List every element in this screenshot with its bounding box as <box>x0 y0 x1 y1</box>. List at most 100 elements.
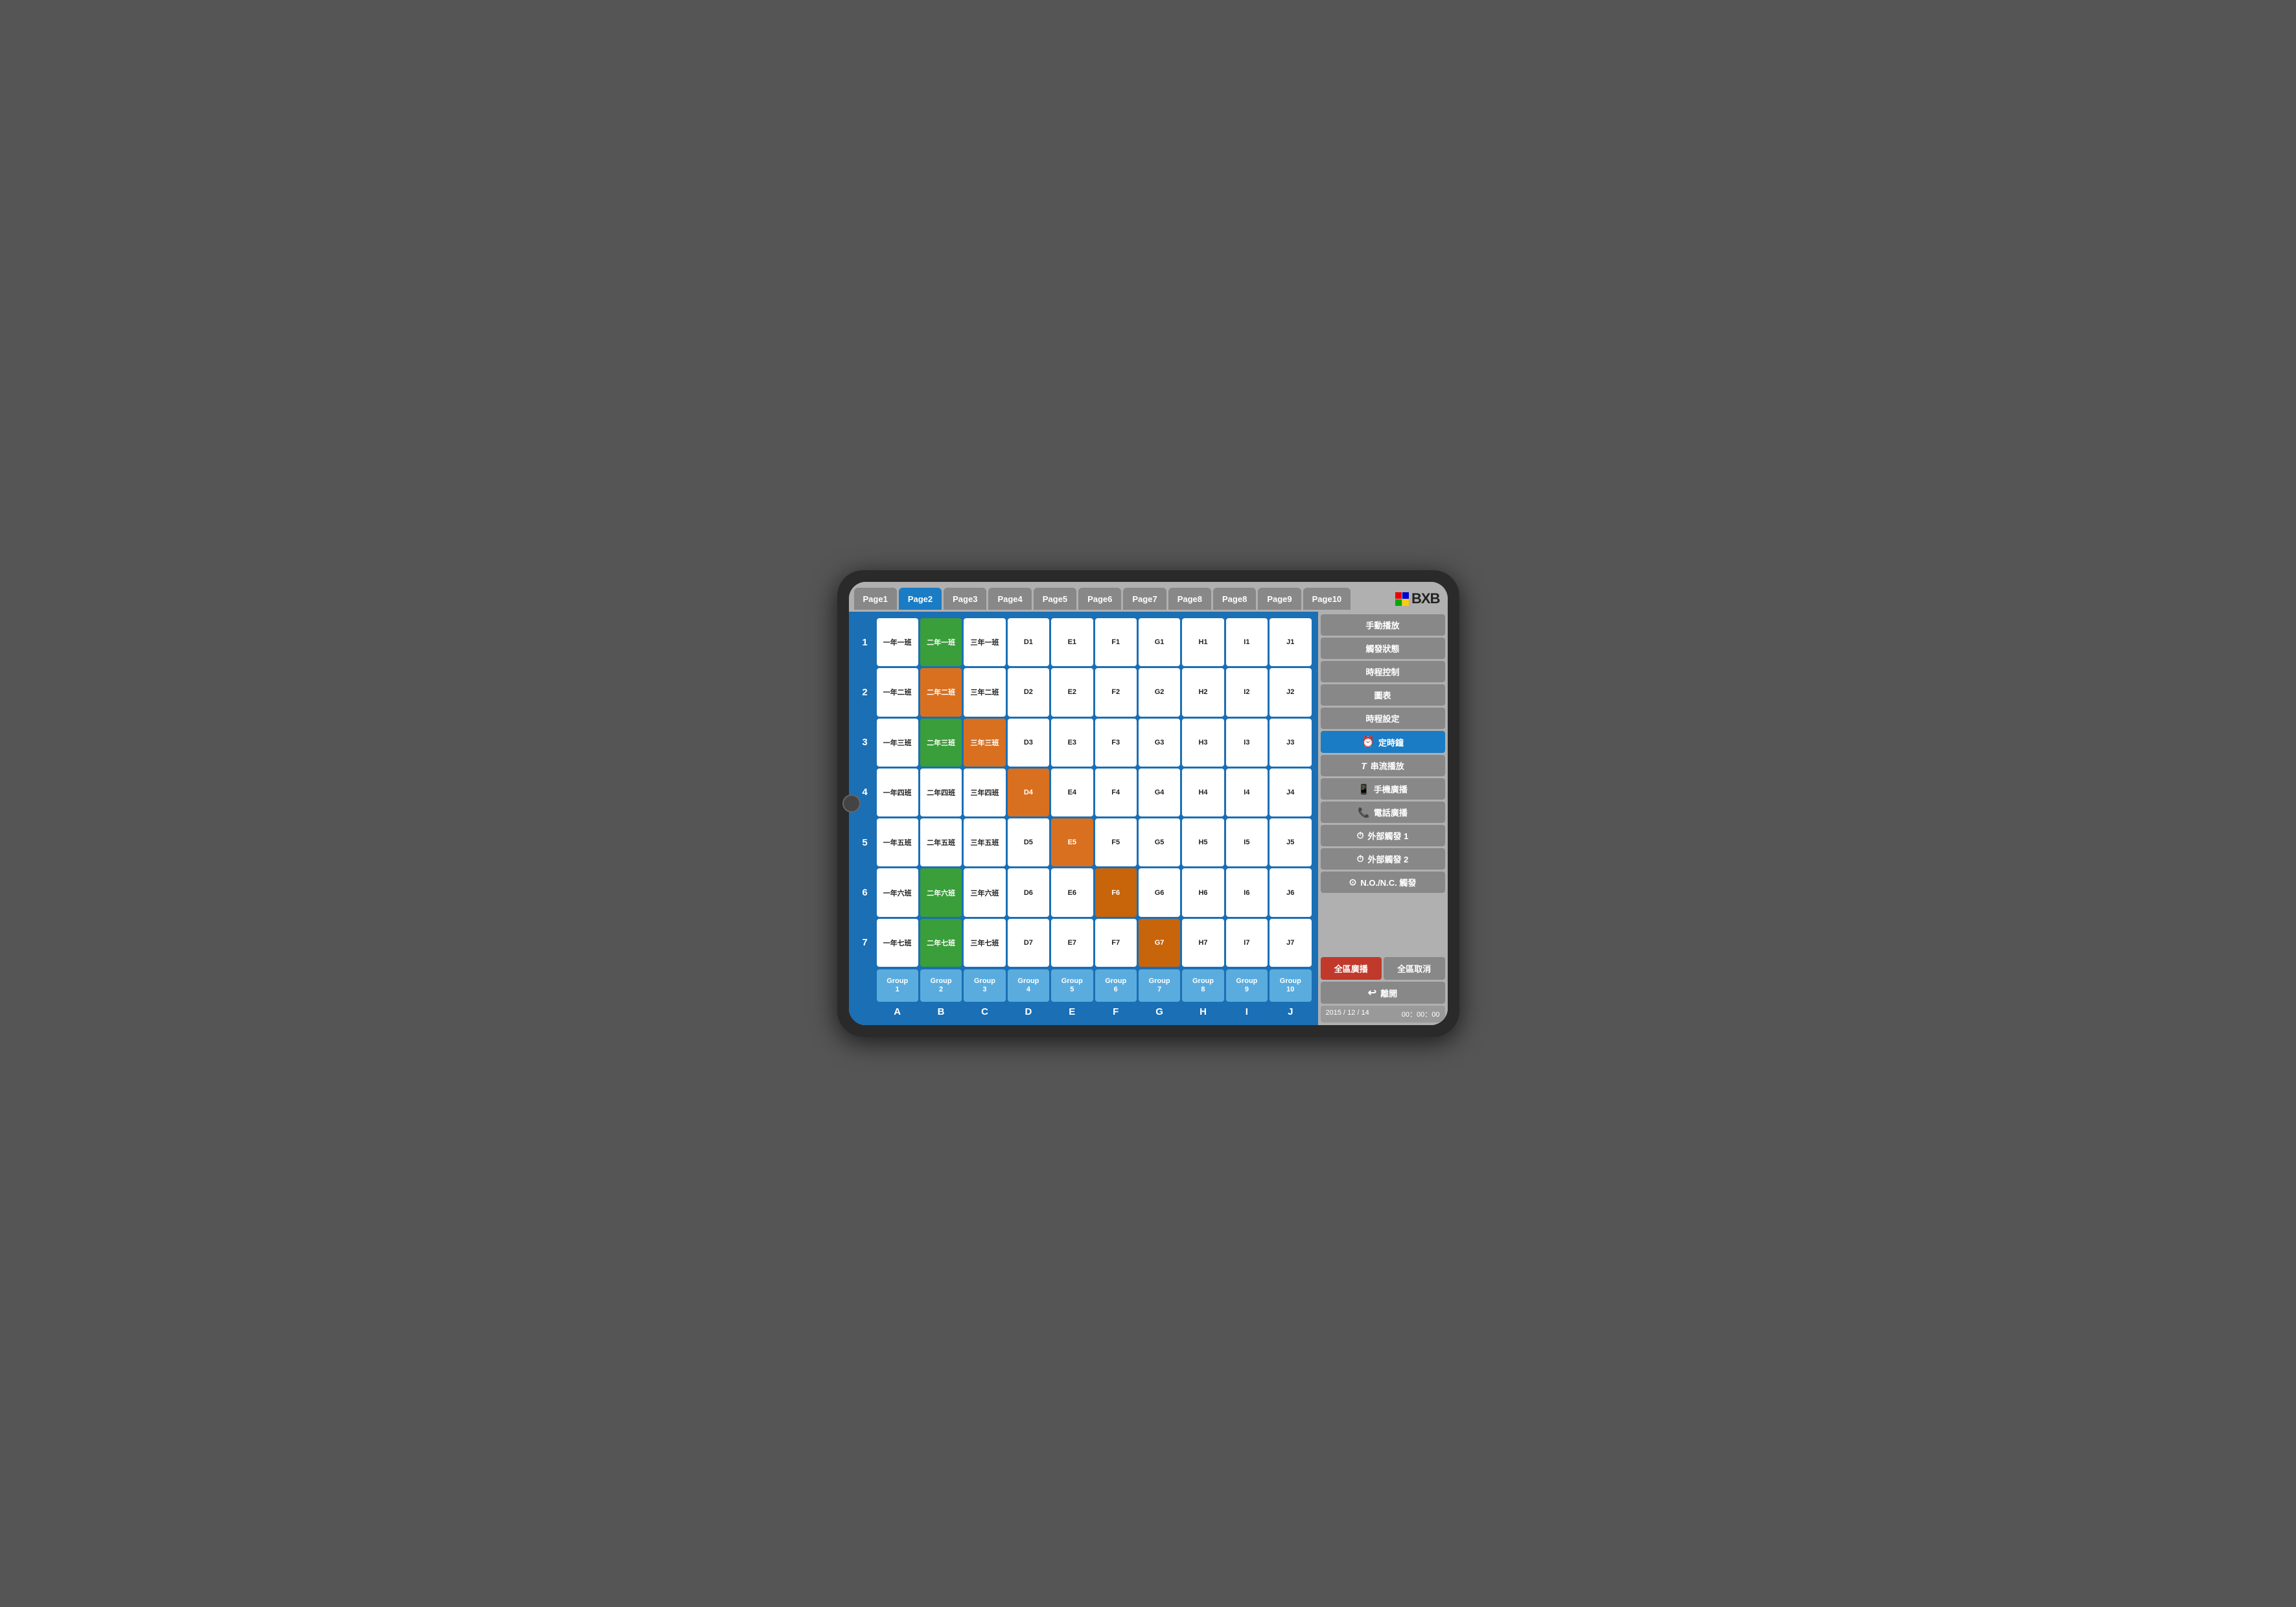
cell-5d[interactable]: D5 <box>1008 818 1049 866</box>
cell-6g[interactable]: G6 <box>1139 868 1180 916</box>
group-5[interactable]: Group5 <box>1051 969 1093 1002</box>
sidebar-ext-trigger1[interactable]: ⏱ 外部觸發 1 <box>1321 825 1445 846</box>
cell-2h[interactable]: H2 <box>1182 668 1223 716</box>
cell-7i[interactable]: I7 <box>1226 919 1268 967</box>
sidebar-chart[interactable]: 圖表 <box>1321 684 1445 706</box>
cell-2c[interactable]: 三年二班 <box>964 668 1005 716</box>
cell-5i[interactable]: I5 <box>1226 818 1268 866</box>
group-4[interactable]: Group4 <box>1008 969 1049 1002</box>
cell-1b[interactable]: 二年一班 <box>920 618 962 666</box>
home-button[interactable] <box>842 794 861 813</box>
broadcast-all-button[interactable]: 全區廣播 <box>1321 957 1382 980</box>
cell-1a[interactable]: 一年一班 <box>877 618 918 666</box>
sidebar-streaming[interactable]: T 串流播放 <box>1321 755 1445 776</box>
cell-4h[interactable]: H4 <box>1182 769 1223 816</box>
cell-5g[interactable]: G5 <box>1139 818 1180 866</box>
cell-4b[interactable]: 二年四班 <box>920 769 962 816</box>
sidebar-mobile-broadcast[interactable]: 📱 手機廣播 <box>1321 778 1445 800</box>
sidebar-trigger-status[interactable]: 觸發狀態 <box>1321 638 1445 659</box>
cell-1c[interactable]: 三年一班 <box>964 618 1005 666</box>
cell-3i[interactable]: I3 <box>1226 719 1268 767</box>
cell-3h[interactable]: H3 <box>1182 719 1223 767</box>
cell-2j[interactable]: J2 <box>1270 668 1311 716</box>
tab-page8a[interactable]: Page8 <box>1168 588 1211 610</box>
cell-2f[interactable]: F2 <box>1095 668 1137 716</box>
cell-6c[interactable]: 三年六班 <box>964 868 1005 916</box>
sidebar-schedule-control[interactable]: 時程控制 <box>1321 661 1445 682</box>
cell-7a[interactable]: 一年七班 <box>877 919 918 967</box>
cell-2e[interactable]: E2 <box>1051 668 1093 716</box>
cell-7c[interactable]: 三年七班 <box>964 919 1005 967</box>
cell-3d[interactable]: D3 <box>1008 719 1049 767</box>
cell-1e[interactable]: E1 <box>1051 618 1093 666</box>
cell-7j[interactable]: J7 <box>1270 919 1311 967</box>
cell-7d[interactable]: D7 <box>1008 919 1049 967</box>
cell-3j[interactable]: J3 <box>1270 719 1311 767</box>
cell-3g[interactable]: G3 <box>1139 719 1180 767</box>
cell-6i[interactable]: I6 <box>1226 868 1268 916</box>
cell-6e[interactable]: E6 <box>1051 868 1093 916</box>
tab-page4[interactable]: Page4 <box>988 588 1031 610</box>
cell-4j[interactable]: J4 <box>1270 769 1311 816</box>
cell-4a[interactable]: 一年四班 <box>877 769 918 816</box>
cell-3f[interactable]: F3 <box>1095 719 1137 767</box>
cell-5b[interactable]: 二年五班 <box>920 818 962 866</box>
cell-7f[interactable]: F7 <box>1095 919 1137 967</box>
cell-1g[interactable]: G1 <box>1139 618 1180 666</box>
cell-4c[interactable]: 三年四班 <box>964 769 1005 816</box>
cell-6j[interactable]: J6 <box>1270 868 1311 916</box>
cell-4d[interactable]: D4 <box>1008 769 1049 816</box>
tab-page2[interactable]: Page2 <box>899 588 942 610</box>
exit-button[interactable]: ↩ 離開 <box>1321 982 1445 1004</box>
cell-4e[interactable]: E4 <box>1051 769 1093 816</box>
cell-2g[interactable]: G2 <box>1139 668 1180 716</box>
group-7[interactable]: Group7 <box>1139 969 1180 1002</box>
cell-6h[interactable]: H6 <box>1182 868 1223 916</box>
cell-3e[interactable]: E3 <box>1051 719 1093 767</box>
group-8[interactable]: Group8 <box>1182 969 1223 1002</box>
cell-5a[interactable]: 一年五班 <box>877 818 918 866</box>
cell-2d[interactable]: D2 <box>1008 668 1049 716</box>
cell-6b[interactable]: 二年六班 <box>920 868 962 916</box>
group-10[interactable]: Group10 <box>1270 969 1311 1002</box>
tab-page10[interactable]: Page10 <box>1303 588 1351 610</box>
cell-5h[interactable]: H5 <box>1182 818 1223 866</box>
cell-3a[interactable]: 一年三班 <box>877 719 918 767</box>
group-1[interactable]: Group1 <box>877 969 918 1002</box>
group-9[interactable]: Group9 <box>1226 969 1268 1002</box>
cell-2b[interactable]: 二年二班 <box>920 668 962 716</box>
cell-2a[interactable]: 一年二班 <box>877 668 918 716</box>
cell-5e[interactable]: E5 <box>1051 818 1093 866</box>
cell-3b[interactable]: 二年三班 <box>920 719 962 767</box>
cell-7g[interactable]: G7 <box>1139 919 1180 967</box>
cell-7e[interactable]: E7 <box>1051 919 1093 967</box>
sidebar-ext-trigger2[interactable]: ⏱ 外部觸發 2 <box>1321 848 1445 870</box>
group-6[interactable]: Group6 <box>1095 969 1137 1002</box>
tab-page3[interactable]: Page3 <box>944 588 986 610</box>
cell-4g[interactable]: G4 <box>1139 769 1180 816</box>
sidebar-manual-play[interactable]: 手動播放 <box>1321 614 1445 636</box>
cancel-all-button[interactable]: 全區取消 <box>1384 957 1445 980</box>
cell-3c[interactable]: 三年三班 <box>964 719 1005 767</box>
group-2[interactable]: Group2 <box>920 969 962 1002</box>
cell-1f[interactable]: F1 <box>1095 618 1137 666</box>
tab-page9[interactable]: Page9 <box>1258 588 1301 610</box>
cell-4f[interactable]: F4 <box>1095 769 1137 816</box>
group-3[interactable]: Group3 <box>964 969 1005 1002</box>
cell-7h[interactable]: H7 <box>1182 919 1223 967</box>
sidebar-timer[interactable]: ⏰ 定時鐘 <box>1321 731 1445 753</box>
cell-6d[interactable]: D6 <box>1008 868 1049 916</box>
sidebar-schedule-setting[interactable]: 時程設定 <box>1321 708 1445 729</box>
cell-6f[interactable]: F6 <box>1095 868 1137 916</box>
cell-5f[interactable]: F5 <box>1095 818 1137 866</box>
cell-5j[interactable]: J5 <box>1270 818 1311 866</box>
cell-2i[interactable]: I2 <box>1226 668 1268 716</box>
cell-1j[interactable]: J1 <box>1270 618 1311 666</box>
sidebar-no-nc-trigger[interactable]: ⊙ N.O./N.C. 觸發 <box>1321 872 1445 893</box>
tab-page7[interactable]: Page7 <box>1123 588 1166 610</box>
cell-6a[interactable]: 一年六班 <box>877 868 918 916</box>
cell-1d[interactable]: D1 <box>1008 618 1049 666</box>
cell-1h[interactable]: H1 <box>1182 618 1223 666</box>
tab-page1[interactable]: Page1 <box>854 588 897 610</box>
cell-5c[interactable]: 三年五班 <box>964 818 1005 866</box>
